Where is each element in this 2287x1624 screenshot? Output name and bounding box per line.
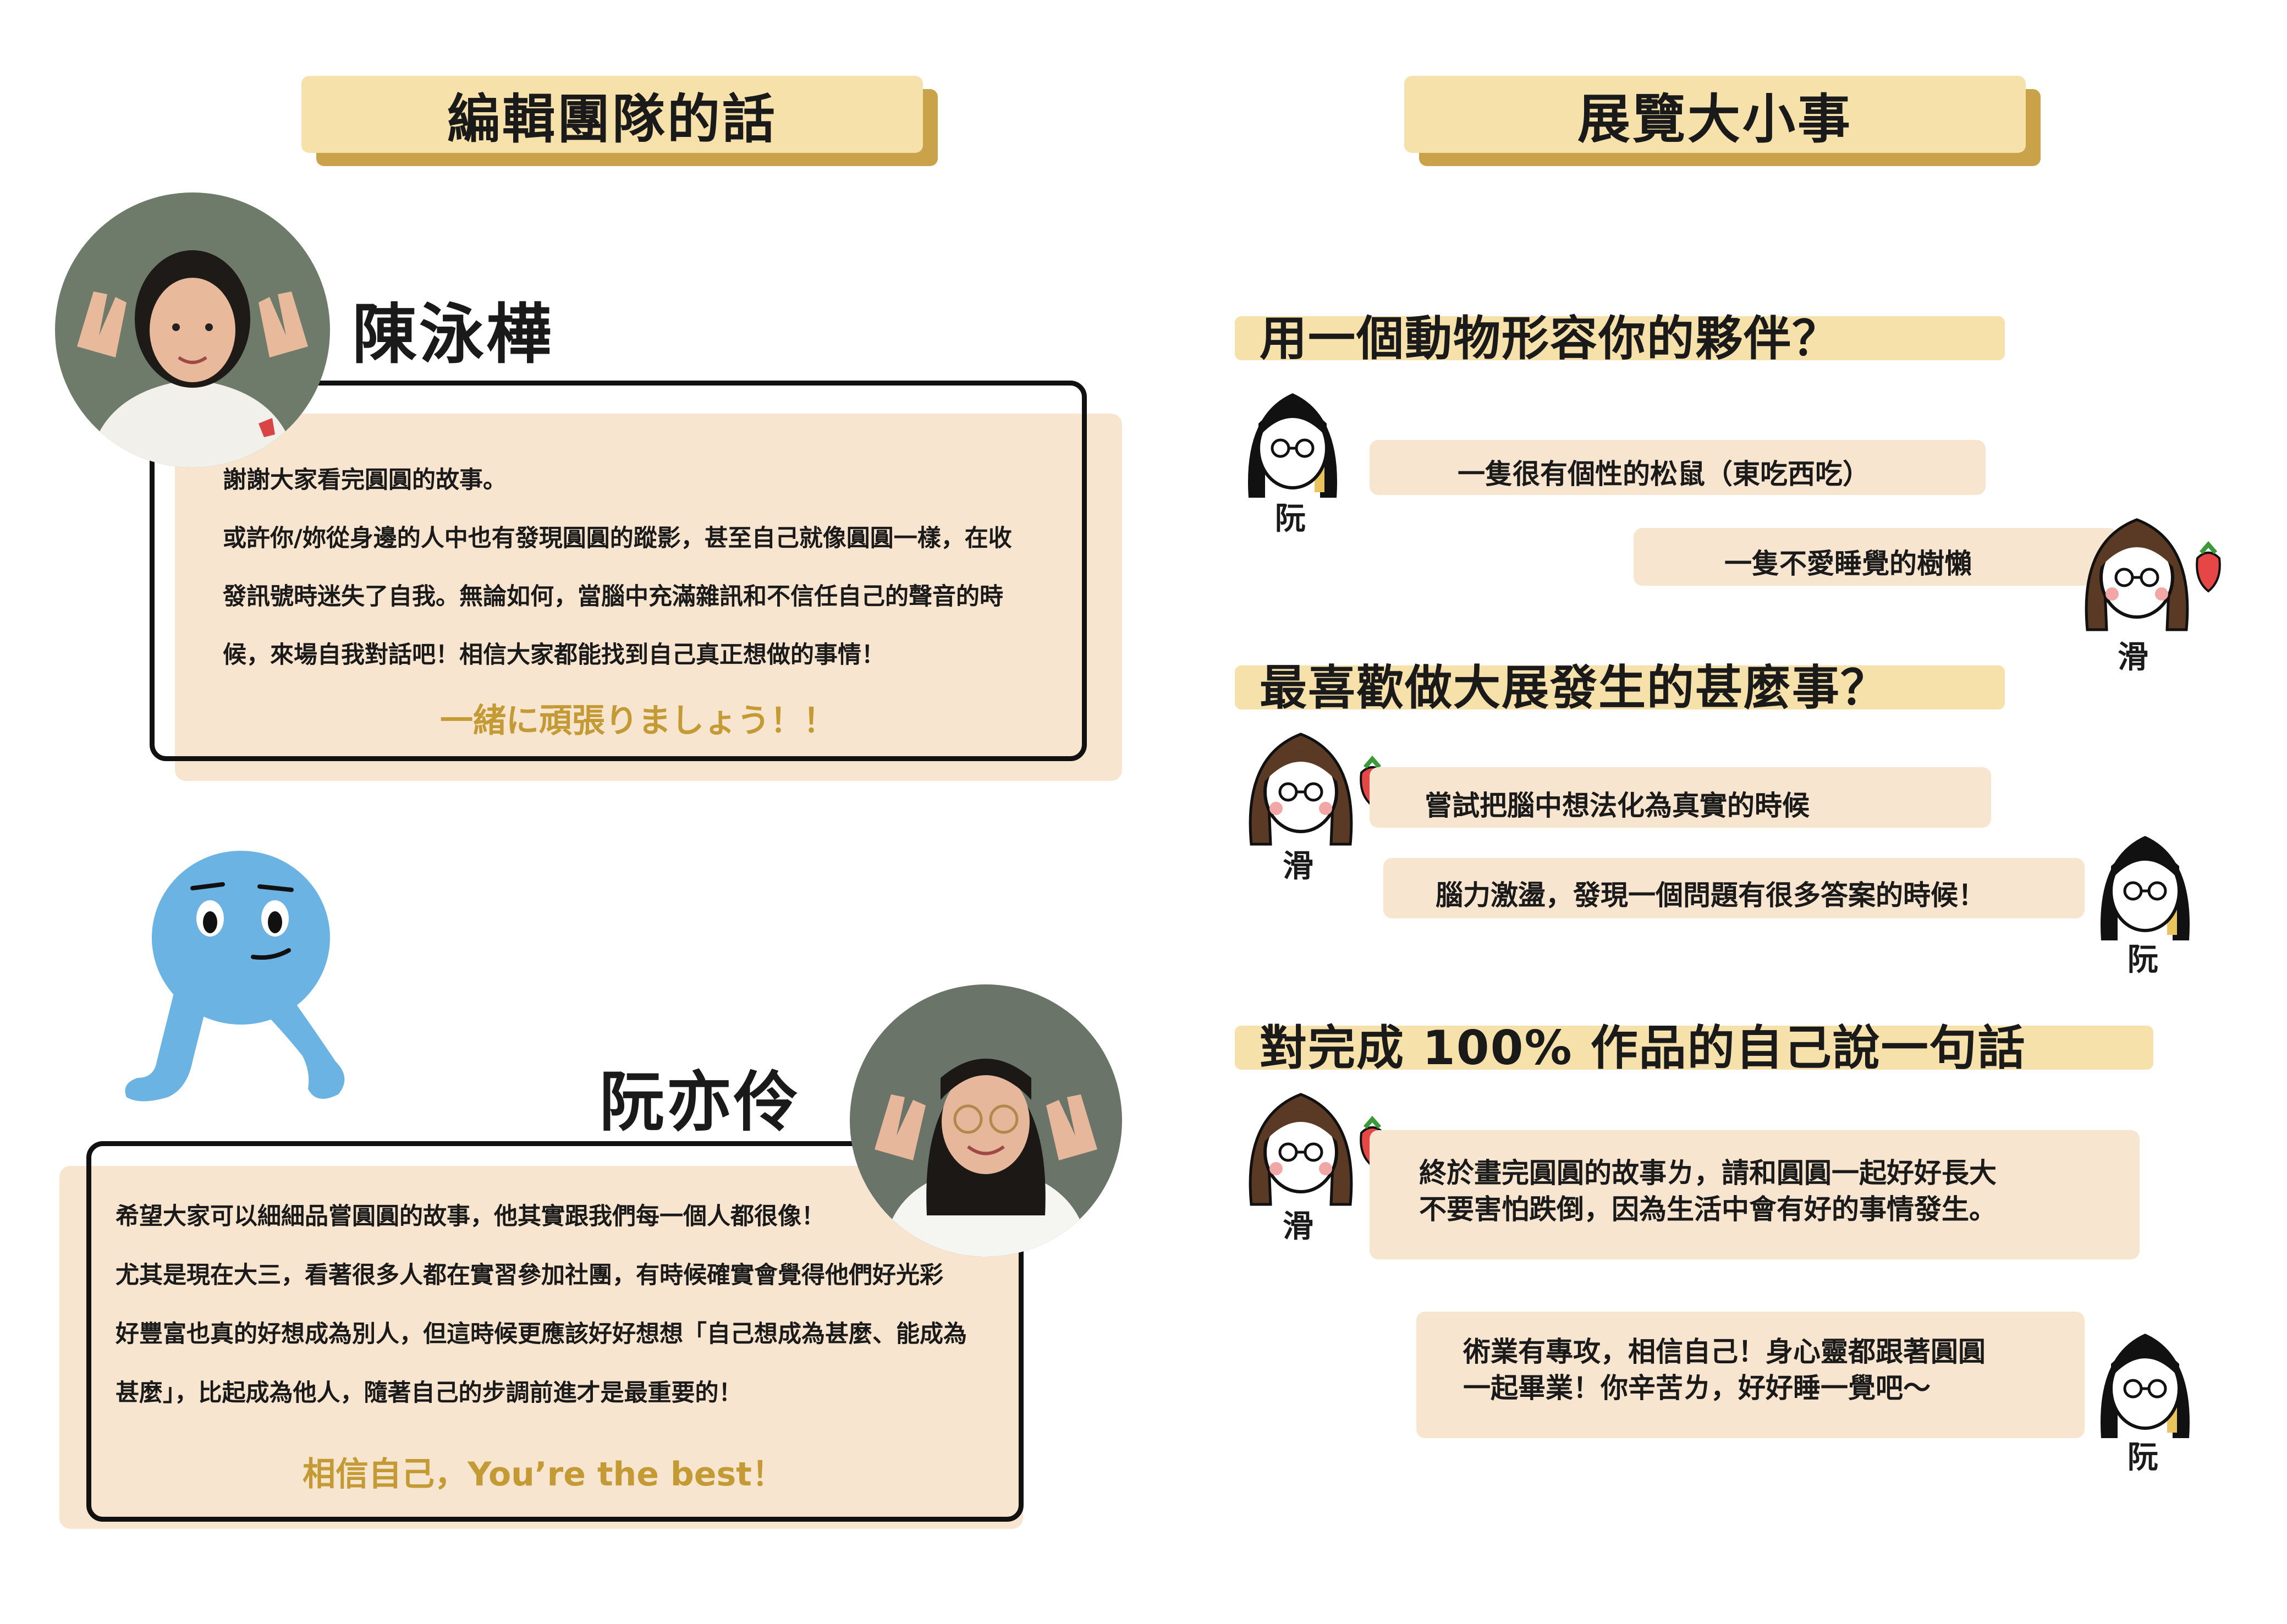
q2-a2-text: 腦力激盪，發現一個問題有很多答案的時候！ [1436,879,1986,911]
person1-line-1: 謝謝大家看完圓圓的故事。 [223,466,507,494]
person2-line-1: 希望大家可以細細品嘗圓圓的故事，他其實跟我們每一個人都很像！ [116,1203,825,1230]
person1-signoff: 一緒に頑張りましょう！！ [440,702,836,740]
person2-name: 阮亦伶 [600,1064,801,1140]
person1-line-2: 或許你/妳從身邊的人中也有發現圓圓的蹤影，甚至自己就像圓圓一樣，在收 [223,525,1012,552]
q1-question: 用一個動物形容你的夥伴？ [1260,311,1840,366]
person1-line-3: 發訊號時迷失了自我。無論如何，當腦中充滿雜訊和不信任自己的聲音的時 [223,583,1003,610]
q3-a2-line-1: 術業有專攻，相信自己！身心靈都跟著圓圓 [1463,1336,1986,1368]
q3-a1-line-2: 不要害怕跌倒，因為生活中會有好的事情發生。 [1419,1193,1997,1225]
q3-a2-tag: 阮 [2127,1440,2158,1476]
left-header: 編輯團隊的話 [301,76,923,153]
person1-name: 陳泳樺 [352,296,554,372]
person2-photo [850,984,1122,1257]
q3-a1-tag: 滑 [1283,1209,1313,1245]
q2-a1-text: 嘗試把腦中想法化為真實的時候 [1425,790,1810,822]
mascot-illustration [116,847,363,1105]
right-header: 展覽大小事 [1404,76,2026,153]
q1-a2-text: 一隻不愛睡覺的樹懶 [1724,548,1972,580]
q2-a1-tag: 滑 [1283,849,1313,884]
q1-a1-tag: 阮 [1275,501,1306,537]
q1-a2-tag: 滑 [2118,640,2148,675]
hua-avatar-icon [2074,498,2233,646]
q3-question: 對完成 100% 作品的自己說一句話 [1260,1021,2026,1076]
person2-line-4: 甚麼」，比起成為他人，隨著自己的步調前進才是最重要的！ [116,1379,743,1407]
q3-a1-line-1: 終於畫完圓圓的故事ㄌ，請和圓圓一起好好長大 [1419,1157,1997,1189]
person1-line-4: 候，來場自我對話吧！相信大家都能找到自己真正想做的事情！ [223,641,885,669]
person1-photo [55,192,330,467]
q3-a2-line-2: 一起畢業！你辛苦ㄌ，好好睡一覺吧～ [1463,1372,1931,1404]
q2-a2-tag: 阮 [2127,942,2158,978]
q2-question: 最喜歡做大展發生的甚麼事？ [1260,660,1889,715]
person2-line-3: 好豐富也真的好想成為別人，但這時候更應該好好想想「自己想成為甚麼、能成為 [116,1320,967,1348]
person2-line-2: 尤其是現在大三，看著很多人都在實習參加社團，有時候確實會覺得他們好光彩 [116,1262,943,1289]
person2-signoff: 相信自己，You’re the best！ [303,1455,785,1494]
q1-a1-text: 一隻很有個性的松鼠（東吃西吃） [1458,458,1870,490]
